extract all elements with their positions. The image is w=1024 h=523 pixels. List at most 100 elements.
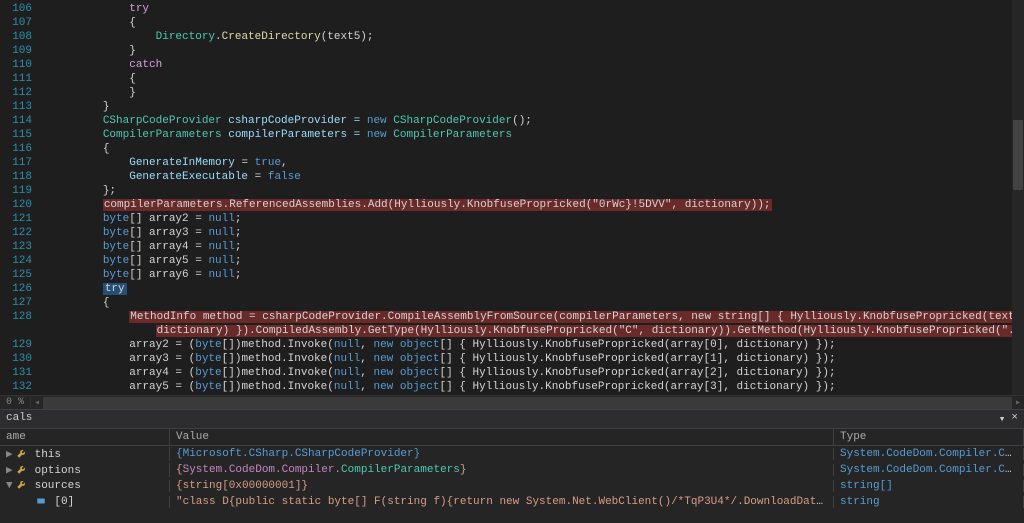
code-line[interactable]: compilerParameters.ReferencedAssemblies.… — [50, 198, 1024, 212]
code-line[interactable]: } — [50, 86, 1024, 100]
code-line[interactable]: { — [50, 142, 1024, 156]
locals-type-cell[interactable]: string[] — [834, 480, 1024, 492]
code-line[interactable]: Directory.CreateDirectory(text5); — [50, 30, 1024, 44]
code-line[interactable]: GenerateInMemory = true, — [50, 156, 1024, 170]
locals-type-cell[interactable]: System.CodeDom.Compiler.Code... — [834, 448, 1024, 460]
code-line[interactable]: MethodInfo method = csharpCodeProvider.C… — [50, 310, 1024, 324]
line-number: 117 — [0, 156, 50, 170]
locals-type-cell[interactable]: string — [834, 496, 1024, 508]
locals-panel[interactable]: ame Value Type ▶ this{Microsoft.CSharp.C… — [0, 429, 1024, 523]
locals-row[interactable]: ▶ options{System.CodeDom.Compiler.Compil… — [0, 462, 1024, 478]
wrench-icon — [16, 449, 28, 461]
line-number: 126 — [0, 282, 50, 296]
field-icon — [36, 496, 48, 508]
line-number: 108 — [0, 30, 50, 44]
scroll-left-icon[interactable]: ◂ — [31, 397, 43, 409]
line-number: 122 — [0, 226, 50, 240]
line-number: 132 — [0, 380, 50, 394]
code-line[interactable]: byte[] array3 = null; — [50, 226, 1024, 240]
line-number: 113 — [0, 100, 50, 114]
line-number: 111 — [0, 72, 50, 86]
locals-row[interactable]: ▼ sources{string[0x00000001]}string[] — [0, 478, 1024, 494]
code-line[interactable]: { — [50, 72, 1024, 86]
line-number: 109 — [0, 44, 50, 58]
h-scroll-thumb[interactable] — [43, 397, 1012, 409]
locals-header-row: ame Value Type — [0, 429, 1024, 446]
code-line[interactable]: array3 = (byte[])method.Invoke(null, new… — [50, 352, 1024, 366]
locals-type-cell[interactable]: System.CodeDom.Compiler.Com... — [834, 464, 1024, 476]
locals-panel-title-bar[interactable]: cals ▾ × — [0, 409, 1024, 429]
line-number: 124 — [0, 254, 50, 268]
code-line[interactable]: try — [50, 2, 1024, 16]
locals-name-cell[interactable]: ▶ options — [0, 463, 170, 477]
line-number: 123 — [0, 240, 50, 254]
h-scroll-track[interactable] — [43, 397, 1012, 409]
locals-value-cell[interactable]: {Microsoft.CSharp.CSharpCodeProvider} — [170, 448, 834, 460]
code-line[interactable]: { — [50, 16, 1024, 30]
line-number: 119 — [0, 184, 50, 198]
wrench-icon — [16, 465, 28, 477]
line-number: 112 — [0, 86, 50, 100]
locals-value-cell[interactable]: {string[0x00000001]} — [170, 480, 834, 492]
locals-header-name[interactable]: ame — [0, 429, 170, 445]
locals-row[interactable]: ▶ this{Microsoft.CSharp.CSharpCodeProvid… — [0, 446, 1024, 462]
locals-header-type[interactable]: Type — [834, 429, 1024, 445]
scrollbar-thumb[interactable] — [1013, 120, 1023, 190]
horizontal-scrollbar[interactable]: 0 % ◂ ▸ — [0, 395, 1024, 409]
tree-toggle-icon[interactable]: ▶ — [6, 447, 16, 461]
line-number: 106 — [0, 2, 50, 16]
code-line[interactable]: array6 = (byte[])method.Invoke(null, new… — [50, 394, 1024, 395]
vertical-scrollbar[interactable] — [1012, 0, 1024, 395]
zoom-level[interactable]: 0 % — [0, 397, 31, 408]
tree-toggle-icon[interactable]: ▼ — [6, 480, 16, 492]
locals-name-cell[interactable]: ▼ sources — [0, 480, 170, 492]
code-line[interactable]: { — [50, 296, 1024, 310]
line-number: 127 — [0, 296, 50, 310]
code-line[interactable]: CompilerParameters compilerParameters = … — [50, 128, 1024, 142]
line-number: 115 — [0, 128, 50, 142]
code-line[interactable]: array2 = (byte[])method.Invoke(null, new… — [50, 338, 1024, 352]
code-line[interactable]: }; — [50, 184, 1024, 198]
close-icon[interactable]: × — [1011, 412, 1018, 426]
line-number: 130 — [0, 352, 50, 366]
line-number: 120 — [0, 198, 50, 212]
code-editor[interactable]: 1061071081091101111121131141151161171181… — [0, 0, 1024, 395]
locals-name-cell[interactable]: [0] — [0, 496, 170, 508]
line-number — [0, 324, 50, 338]
code-line[interactable]: catch — [50, 58, 1024, 72]
code-line[interactable]: array4 = (byte[])method.Invoke(null, new… — [50, 366, 1024, 380]
code-content[interactable]: try { Directory.CreateDirectory(text5); … — [50, 0, 1024, 395]
line-number: 125 — [0, 268, 50, 282]
line-number: 128 — [0, 310, 50, 324]
line-number: 116 — [0, 142, 50, 156]
locals-value-cell[interactable]: "class D{public static byte[] F(string f… — [170, 496, 834, 508]
code-line[interactable]: byte[] array4 = null; — [50, 240, 1024, 254]
locals-row[interactable]: [0]"class D{public static byte[] F(strin… — [0, 494, 1024, 510]
locals-panel-title: cals — [6, 412, 32, 426]
code-line[interactable]: GenerateExecutable = false — [50, 170, 1024, 184]
code-line[interactable]: } — [50, 100, 1024, 114]
line-number-gutter: 1061071081091101111121131141151161171181… — [0, 0, 50, 395]
line-number: 133 — [0, 394, 50, 395]
code-line[interactable]: byte[] array6 = null; — [50, 268, 1024, 282]
locals-value-cell[interactable]: {System.CodeDom.Compiler.CompilerParamet… — [170, 464, 834, 476]
locals-name-cell[interactable]: ▶ this — [0, 447, 170, 461]
wrench-icon — [16, 480, 28, 492]
code-line[interactable]: byte[] array2 = null; — [50, 212, 1024, 226]
line-number: 129 — [0, 338, 50, 352]
locals-header-value[interactable]: Value — [170, 429, 834, 445]
line-number: 114 — [0, 114, 50, 128]
line-number: 131 — [0, 366, 50, 380]
code-line[interactable]: } — [50, 44, 1024, 58]
tree-toggle-icon[interactable]: ▶ — [6, 463, 16, 477]
code-line[interactable]: try — [50, 282, 1024, 296]
code-line[interactable]: dictionary) }).CompiledAssembly.GetType(… — [50, 324, 1024, 338]
window-position-icon[interactable]: ▾ — [999, 412, 1006, 426]
code-line[interactable]: array5 = (byte[])method.Invoke(null, new… — [50, 380, 1024, 394]
line-number: 121 — [0, 212, 50, 226]
line-number: 110 — [0, 58, 50, 72]
code-line[interactable]: CSharpCodeProvider csharpCodeProvider = … — [50, 114, 1024, 128]
scroll-right-icon[interactable]: ▸ — [1012, 397, 1024, 409]
code-line[interactable]: byte[] array5 = null; — [50, 254, 1024, 268]
locals-body[interactable]: ▶ this{Microsoft.CSharp.CSharpCodeProvid… — [0, 446, 1024, 523]
